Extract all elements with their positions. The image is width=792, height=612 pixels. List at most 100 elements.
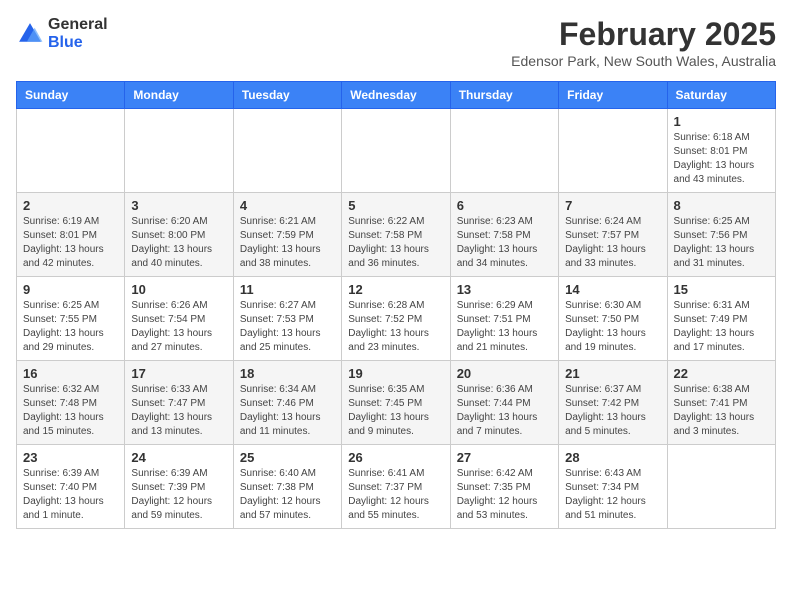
day-number: 22 xyxy=(674,366,769,381)
day-number: 9 xyxy=(23,282,118,297)
day-info: Sunrise: 6:38 AM Sunset: 7:41 PM Dayligh… xyxy=(674,383,769,439)
calendar-week-1: 1Sunrise: 6:18 AM Sunset: 8:01 PM Daylig… xyxy=(17,109,776,193)
day-info: Sunrise: 6:42 AM Sunset: 7:35 PM Dayligh… xyxy=(457,467,552,523)
calendar-cell-5-3: 25 Sunrise: 6:40 AM Sunset: 7:38 PM Dayli… xyxy=(233,445,341,529)
month-title: February 2025 xyxy=(511,16,776,53)
logo: General Blue xyxy=(16,16,108,51)
calendar-cell-5-7 xyxy=(667,445,775,529)
day-info: Sunrise: 6:25 AM Sunset: 7:56 PM Dayligh… xyxy=(674,215,769,271)
day-info: Sunrise: 6:21 AM Sunset: 7:59 PM Dayligh… xyxy=(240,215,335,271)
calendar-cell-4-1: 16 Sunrise: 6:32 AM Sunset: 7:48 PM Dayli… xyxy=(17,361,125,445)
day-info: Sunrise: 6:31 AM Sunset: 7:49 PM Dayligh… xyxy=(674,299,769,355)
calendar-table: SundayMondayTuesdayWednesdayThursdayFrid… xyxy=(16,81,776,529)
calendar-week-3: 9 Sunrise: 6:25 AM Sunset: 7:55 PM Daylig… xyxy=(17,277,776,361)
calendar-cell-5-2: 24 Sunrise: 6:39 AM Sunset: 7:39 PM Dayli… xyxy=(125,445,233,529)
calendar-header-thursday: Thursday xyxy=(450,82,558,109)
day-info: Sunrise: 6:39 AM Sunset: 7:39 PM Dayligh… xyxy=(131,467,226,523)
calendar-header-wednesday: Wednesday xyxy=(342,82,450,109)
calendar-cell-4-4: 19 Sunrise: 6:35 AM Sunset: 7:45 PM Dayli… xyxy=(342,361,450,445)
day-info: Sunrise: 6:36 AM Sunset: 7:44 PM Dayligh… xyxy=(457,383,552,439)
calendar-cell-4-2: 17 Sunrise: 6:33 AM Sunset: 7:47 PM Dayli… xyxy=(125,361,233,445)
day-number: 8 xyxy=(674,198,769,213)
day-number: 18 xyxy=(240,366,335,381)
day-info: Sunrise: 6:29 AM Sunset: 7:51 PM Dayligh… xyxy=(457,299,552,355)
location-title: Edensor Park, New South Wales, Australia xyxy=(511,53,776,69)
logo-icon xyxy=(16,20,44,48)
calendar-cell-2-7: 8 Sunrise: 6:25 AM Sunset: 7:56 PM Daylig… xyxy=(667,193,775,277)
calendar-cell-4-5: 20 Sunrise: 6:36 AM Sunset: 7:44 PM Dayli… xyxy=(450,361,558,445)
calendar-cell-1-2 xyxy=(125,109,233,193)
calendar-cell-3-5: 13 Sunrise: 6:29 AM Sunset: 7:51 PM Dayli… xyxy=(450,277,558,361)
calendar-cell-1-5 xyxy=(450,109,558,193)
day-info: Sunrise: 6:30 AM Sunset: 7:50 PM Dayligh… xyxy=(565,299,660,355)
day-number: 14 xyxy=(565,282,660,297)
day-info: Sunrise: 6:24 AM Sunset: 7:57 PM Dayligh… xyxy=(565,215,660,271)
day-number: 6 xyxy=(457,198,552,213)
day-info: Sunrise: 6:34 AM Sunset: 7:46 PM Dayligh… xyxy=(240,383,335,439)
calendar-header-saturday: Saturday xyxy=(667,82,775,109)
day-number: 27 xyxy=(457,450,552,465)
day-info: Sunrise: 6:43 AM Sunset: 7:34 PM Dayligh… xyxy=(565,467,660,523)
calendar-cell-3-3: 11Sunrise: 6:27 AM Sunset: 7:53 PM Dayli… xyxy=(233,277,341,361)
day-info: Sunrise: 6:18 AM Sunset: 8:01 PM Dayligh… xyxy=(674,131,769,187)
calendar-cell-5-4: 26 Sunrise: 6:41 AM Sunset: 7:37 PM Dayli… xyxy=(342,445,450,529)
title-area: February 2025 Edensor Park, New South Wa… xyxy=(511,16,776,69)
day-number: 7 xyxy=(565,198,660,213)
day-number: 5 xyxy=(348,198,443,213)
day-number: 16 xyxy=(23,366,118,381)
day-number: 20 xyxy=(457,366,552,381)
day-number: 28 xyxy=(565,450,660,465)
day-info: Sunrise: 6:41 AM Sunset: 7:37 PM Dayligh… xyxy=(348,467,443,523)
calendar-cell-3-1: 9 Sunrise: 6:25 AM Sunset: 7:55 PM Daylig… xyxy=(17,277,125,361)
calendar-cell-1-4 xyxy=(342,109,450,193)
calendar-cell-1-1 xyxy=(17,109,125,193)
calendar-cell-1-3 xyxy=(233,109,341,193)
calendar-cell-3-2: 10Sunrise: 6:26 AM Sunset: 7:54 PM Dayli… xyxy=(125,277,233,361)
day-number: 13 xyxy=(457,282,552,297)
day-number: 10 xyxy=(131,282,226,297)
day-info: Sunrise: 6:25 AM Sunset: 7:55 PM Dayligh… xyxy=(23,299,118,355)
day-number: 17 xyxy=(131,366,226,381)
day-info: Sunrise: 6:37 AM Sunset: 7:42 PM Dayligh… xyxy=(565,383,660,439)
calendar-cell-2-6: 7 Sunrise: 6:24 AM Sunset: 7:57 PM Daylig… xyxy=(559,193,667,277)
day-info: Sunrise: 6:40 AM Sunset: 7:38 PM Dayligh… xyxy=(240,467,335,523)
day-number: 15 xyxy=(674,282,769,297)
logo-general-text: General xyxy=(48,16,108,33)
calendar-cell-3-7: 15 Sunrise: 6:31 AM Sunset: 7:49 PM Dayli… xyxy=(667,277,775,361)
calendar-cell-2-1: 2 Sunrise: 6:19 AM Sunset: 8:01 PM Daylig… xyxy=(17,193,125,277)
calendar-cell-3-6: 14 Sunrise: 6:30 AM Sunset: 7:50 PM Dayli… xyxy=(559,277,667,361)
calendar-week-5: 23Sunrise: 6:39 AM Sunset: 7:40 PM Dayli… xyxy=(17,445,776,529)
calendar-cell-4-6: 21Sunrise: 6:37 AM Sunset: 7:42 PM Dayli… xyxy=(559,361,667,445)
calendar-cell-1-6 xyxy=(559,109,667,193)
calendar-cell-2-4: 5 Sunrise: 6:22 AM Sunset: 7:58 PM Daylig… xyxy=(342,193,450,277)
day-info: Sunrise: 6:39 AM Sunset: 7:40 PM Dayligh… xyxy=(23,467,118,523)
day-number: 24 xyxy=(131,450,226,465)
day-number: 19 xyxy=(348,366,443,381)
day-info: Sunrise: 6:35 AM Sunset: 7:45 PM Dayligh… xyxy=(348,383,443,439)
calendar-cell-2-2: 3Sunrise: 6:20 AM Sunset: 8:00 PM Daylig… xyxy=(125,193,233,277)
calendar-header-row: SundayMondayTuesdayWednesdayThursdayFrid… xyxy=(17,82,776,109)
header: General Blue February 2025 Edensor Park,… xyxy=(16,16,776,69)
day-info: Sunrise: 6:22 AM Sunset: 7:58 PM Dayligh… xyxy=(348,215,443,271)
calendar-cell-4-7: 22 Sunrise: 6:38 AM Sunset: 7:41 PM Dayli… xyxy=(667,361,775,445)
calendar-header-tuesday: Tuesday xyxy=(233,82,341,109)
day-number: 3 xyxy=(131,198,226,213)
day-info: Sunrise: 6:28 AM Sunset: 7:52 PM Dayligh… xyxy=(348,299,443,355)
day-info: Sunrise: 6:19 AM Sunset: 8:01 PM Dayligh… xyxy=(23,215,118,271)
day-number: 26 xyxy=(348,450,443,465)
calendar-cell-5-6: 28 Sunrise: 6:43 AM Sunset: 7:34 PM Dayli… xyxy=(559,445,667,529)
day-number: 4 xyxy=(240,198,335,213)
day-number: 2 xyxy=(23,198,118,213)
day-info: Sunrise: 6:27 AM Sunset: 7:53 PM Dayligh… xyxy=(240,299,335,355)
calendar-cell-2-5: 6 Sunrise: 6:23 AM Sunset: 7:58 PM Daylig… xyxy=(450,193,558,277)
day-info: Sunrise: 6:32 AM Sunset: 7:48 PM Dayligh… xyxy=(23,383,118,439)
day-info: Sunrise: 6:33 AM Sunset: 7:47 PM Dayligh… xyxy=(131,383,226,439)
day-info: Sunrise: 6:23 AM Sunset: 7:58 PM Dayligh… xyxy=(457,215,552,271)
day-number: 25 xyxy=(240,450,335,465)
logo-blue-text: Blue xyxy=(48,34,83,51)
calendar-header-friday: Friday xyxy=(559,82,667,109)
calendar-week-4: 16 Sunrise: 6:32 AM Sunset: 7:48 PM Dayli… xyxy=(17,361,776,445)
calendar-week-2: 2 Sunrise: 6:19 AM Sunset: 8:01 PM Daylig… xyxy=(17,193,776,277)
calendar-cell-1-7: 1Sunrise: 6:18 AM Sunset: 8:01 PM Daylig… xyxy=(667,109,775,193)
calendar-cell-2-3: 4 Sunrise: 6:21 AM Sunset: 7:59 PM Daylig… xyxy=(233,193,341,277)
